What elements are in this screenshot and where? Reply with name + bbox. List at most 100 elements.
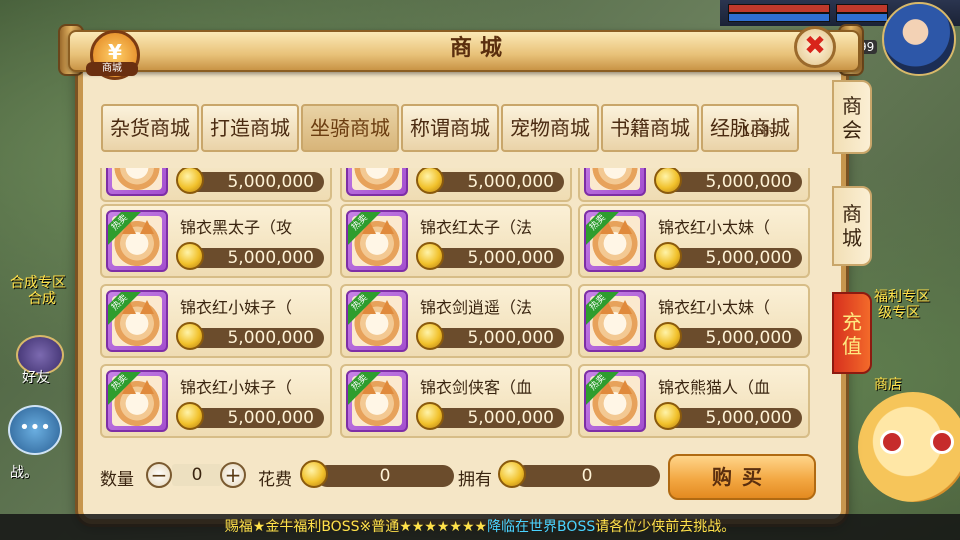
item-card[interactable]: 热卖 锦衣红小太妹（ 5,000,000 <box>578 284 810 358</box>
marquee-part-1: 赐福★金牛福利BOSS※普通★★★★★★★ <box>224 519 488 535</box>
cost-value: 0 <box>316 465 454 487</box>
gold-coin-icon <box>654 402 682 430</box>
side-tab-chongzhi[interactable]: 充 值 <box>832 292 872 374</box>
item-card[interactable]: 热卖 锦衣黑太子（攻 5,000,000 <box>100 204 332 278</box>
item-price: 5,000,000 <box>664 248 802 268</box>
friends-label: 好友 <box>22 370 50 386</box>
item-name: 锦衣红太子（法 <box>420 218 533 237</box>
item-price: 5,000,000 <box>426 328 564 348</box>
item-name: 锦衣红小妹子（ <box>180 298 293 317</box>
cost-label: 花费 <box>258 470 292 490</box>
fox-ear-right <box>380 220 394 234</box>
item-card[interactable]: 热卖 锦衣红小妹子（ 5,000,000 <box>100 364 332 438</box>
fox-portrait <box>352 168 402 190</box>
fox-ear-right <box>140 380 154 394</box>
item-price: 5,000,000 <box>186 248 324 268</box>
shop-label[interactable]: 商店 <box>874 374 902 394</box>
right-zone-text-2[interactable]: 级专区 <box>878 302 920 322</box>
fox-mount-icon: 热卖 <box>584 210 646 272</box>
gold-coin-icon <box>416 402 444 430</box>
item-price: 5,000,000 <box>664 408 802 428</box>
friends-button[interactable]: 好友 <box>6 335 70 386</box>
fox-mount-icon: 热卖 <box>106 370 168 432</box>
item-name: 锦衣红小妹子（ <box>180 378 293 397</box>
side-tab-chongzhi-label: 充 值 <box>842 310 862 358</box>
fox-ear-right <box>618 380 632 394</box>
item-price: 5,000,000 <box>186 408 324 428</box>
item-card[interactable]: 热卖 锦衣红太子（法 5,000,000 <box>340 204 572 278</box>
item-price: 5,000,000 <box>426 408 564 428</box>
marquee-part-2: 降临在世界BOSS <box>487 519 596 535</box>
item-card[interactable]: 热卖 锦衣红小妹子（ 5,000,000 <box>100 284 332 358</box>
item-price: 5,000,000 <box>186 328 324 348</box>
system-marquee: 赐福★金牛福利BOSS※普通★★★★★★★降临在世界BOSS请各位少侠前去挑战。 <box>0 514 960 540</box>
gold-coin-icon <box>416 322 444 350</box>
target-mp-bar <box>836 13 888 22</box>
buy-button[interactable]: 购买 <box>668 454 816 500</box>
fox-mount-icon: 热卖 <box>584 370 646 432</box>
gold-coin-icon <box>176 242 204 270</box>
tab-chongwu[interactable]: 宠物商城 <box>501 104 599 152</box>
fox-ear-right <box>380 380 394 394</box>
fox-portrait <box>112 168 162 190</box>
item-price: 5,000,000 <box>186 172 324 192</box>
fox-ear-right <box>618 220 632 234</box>
fox-mount-icon: 热卖 <box>106 290 168 352</box>
item-name: 锦衣熊猫人（血 <box>658 378 771 397</box>
tab-dazao[interactable]: 打造商城 <box>201 104 299 152</box>
chat-icon[interactable]: ••• <box>8 405 62 455</box>
gold-coin-icon <box>654 242 682 270</box>
tab-zahuo[interactable]: 杂货商城 <box>101 104 199 152</box>
gold-coin-icon <box>176 322 204 350</box>
side-tab-shangcheng[interactable]: 商 城 <box>832 186 872 266</box>
left-chat-text: 战。 <box>10 465 38 481</box>
fox-mount-icon: 热卖 <box>584 290 646 352</box>
item-price: 5,000,000 <box>426 248 564 268</box>
item-card[interactable]: 热卖 锦衣剑侠客（血 5,000,000 <box>340 364 572 438</box>
item-name: 锦衣剑侠客（血 <box>420 378 533 397</box>
item-card[interactable]: 热卖 锦衣剑逍遥（法 5,000,000 <box>340 284 572 358</box>
side-tab-shangcheng-label: 商 城 <box>842 202 862 250</box>
fox-mount-icon: 热卖 <box>106 210 168 272</box>
tab-zuoqi[interactable]: 坐骑商城 <box>301 104 399 152</box>
fox-portrait <box>590 168 640 190</box>
fox-mount-icon <box>106 168 168 196</box>
fox-mount-icon: 热卖 <box>346 370 408 432</box>
side-tab-shanghui[interactable]: 商 会 <box>832 80 872 154</box>
item-card[interactable]: 热卖 锦衣红小太妹（ 5,000,000 <box>578 204 810 278</box>
tab-chengwei[interactable]: 称谓商城 <box>401 104 499 152</box>
item-price: 5,000,000 <box>426 172 564 192</box>
mascot-eye-left <box>880 430 904 454</box>
item-name: 锦衣剑逍遥（法 <box>420 298 533 317</box>
fox-mount-icon: 热卖 <box>346 210 408 272</box>
fox-mount-icon: 热卖 <box>346 290 408 352</box>
tab-shuji[interactable]: 书籍商城 <box>601 104 699 152</box>
item-card[interactable]: 5,000,000 <box>340 168 572 202</box>
qty-minus-button[interactable]: − <box>146 462 172 488</box>
qty-label: 数量 <box>100 470 134 490</box>
left-zone-text-2[interactable]: 合成 <box>28 288 56 308</box>
gold-coin-icon <box>654 322 682 350</box>
fox-mount-icon <box>584 168 646 196</box>
fox-ear-right <box>140 220 154 234</box>
item-card[interactable]: 5,000,000 <box>578 168 810 202</box>
cost-coin-icon <box>300 460 328 488</box>
item-name: 锦衣红小太妹（ <box>658 218 771 237</box>
fox-ear-right <box>380 300 394 314</box>
qty-input[interactable]: 0 <box>172 464 222 486</box>
gold-coin-icon <box>416 242 444 270</box>
qty-plus-button[interactable]: + <box>220 462 246 488</box>
close-button[interactable]: ✖ <box>794 26 836 68</box>
item-card[interactable]: 5,000,000 <box>100 168 332 202</box>
gold-coin-icon <box>176 402 204 430</box>
item-name: 锦衣黑太子（攻 <box>180 218 293 237</box>
item-price: 5,000,000 <box>664 172 802 192</box>
item-name: 锦衣红小太妹（ <box>658 298 771 317</box>
hp-bar <box>728 4 830 13</box>
item-card[interactable]: 热卖 锦衣熊猫人（血 5,000,000 <box>578 364 810 438</box>
item-grid[interactable]: 5,000,000 5,000,000 5,000,000 热卖 锦衣黑太子（攻 5,00… <box>100 168 812 440</box>
fox-ear-right <box>618 300 632 314</box>
category-tabs: 杂货商城 打造商城 坐骑商城 称谓商城 宠物商城 书籍商城 经脉商城 <box>101 104 801 152</box>
side-tab-shanghui-label: 商 会 <box>842 94 862 142</box>
item-price: 5,000,000 <box>664 328 802 348</box>
